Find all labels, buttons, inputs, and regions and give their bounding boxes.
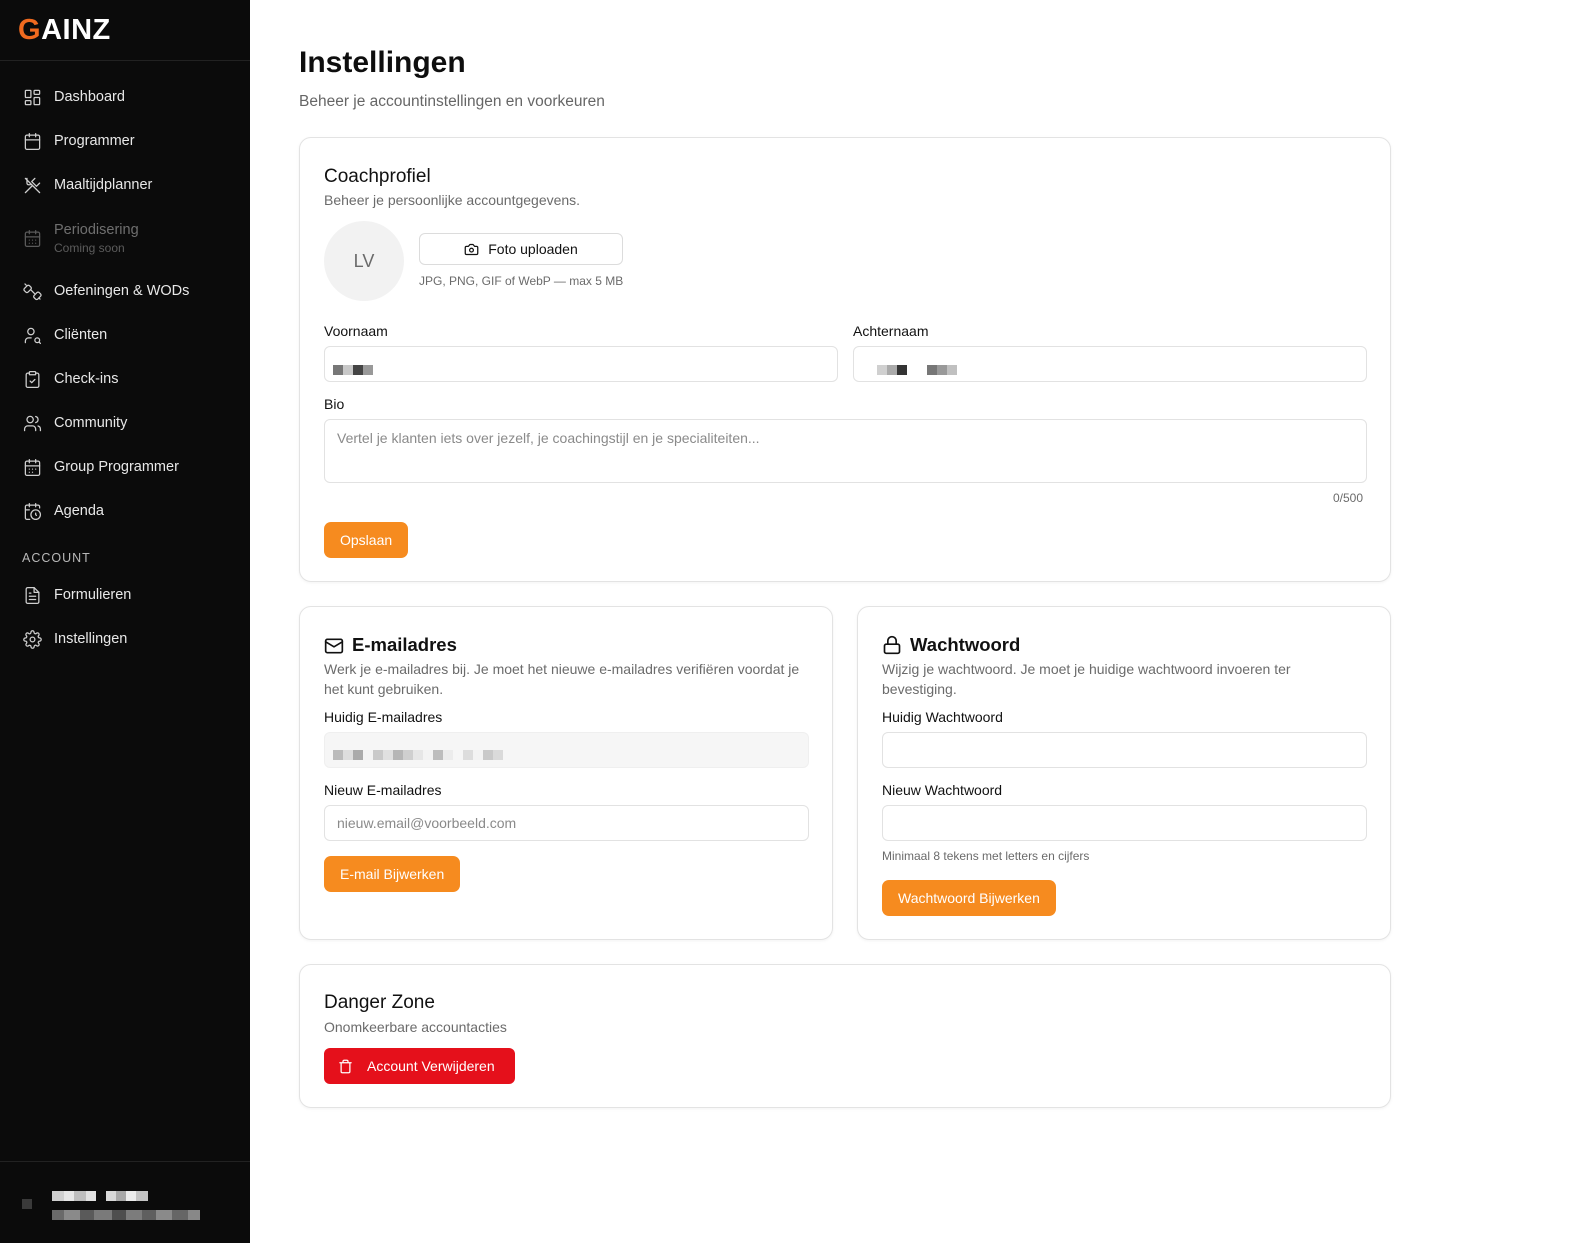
sidebar-item-community[interactable]: Community xyxy=(0,401,250,445)
logo-accent-letter: G xyxy=(18,13,42,46)
sidebar-item-group-programmer[interactable]: Group Programmer xyxy=(0,445,250,489)
first-name-label: Voornaam xyxy=(324,323,388,339)
current-password-label: Huidig Wachtwoord xyxy=(882,709,1003,725)
new-email-label: Nieuw E-mailadres xyxy=(324,782,442,798)
trash-icon xyxy=(339,1059,352,1073)
utensils-icon xyxy=(22,175,42,195)
card-description: Werk je e-mailadres bij. Je moet het nie… xyxy=(324,661,800,697)
card-title: Coachprofiel xyxy=(324,166,431,187)
dashboard-icon xyxy=(22,87,42,107)
sidebar-item-dashboard[interactable]: Dashboard xyxy=(0,75,250,119)
upload-photo-button[interactable]: Foto uploaden xyxy=(419,233,623,265)
new-password-input[interactable] xyxy=(882,805,1367,841)
sidebar-item-label: Community xyxy=(54,415,128,431)
calendar-grid-icon xyxy=(22,228,42,248)
sidebar-item-label: Oefeningen & WODs xyxy=(54,283,190,299)
sidebar-item-formulieren[interactable]: Formulieren xyxy=(0,573,250,617)
save-profile-button[interactable]: Opslaan xyxy=(324,522,409,558)
card-description: Beheer je persoonlijke accountgegevens. xyxy=(324,192,581,208)
sidebar-item-label: Instellingen xyxy=(54,631,128,647)
sidebar-item-label: Periodisering xyxy=(54,221,139,238)
bio-label: Bio xyxy=(324,396,345,412)
sidebar-item-label: Agenda xyxy=(54,503,104,519)
user-email-redacted xyxy=(52,1207,200,1220)
danger-zone-card: Danger Zone Onomkeerbare accountacties A… xyxy=(299,964,1391,1108)
avatar-initials: LV xyxy=(353,250,375,271)
new-password-label: Nieuw Wachtwoord xyxy=(882,782,1003,798)
user-profile-footer[interactable] xyxy=(0,1161,250,1243)
sidebar-item-checkins[interactable]: Check-ins xyxy=(0,357,250,401)
settings-icon xyxy=(22,629,42,649)
page-subtitle: Beheer je accountinstellingen en voorkeu… xyxy=(299,93,605,110)
coming-soon-label: Coming soon xyxy=(54,240,125,255)
bio-textarea[interactable] xyxy=(324,419,1367,483)
user-search-icon xyxy=(22,325,42,345)
main-nav: Dashboard Programmer Maaltijdplanner Per… xyxy=(0,61,250,661)
logo-wordmark: AINZ xyxy=(41,13,111,46)
file-text-icon xyxy=(22,585,42,605)
delete-account-label: Account Verwijderen xyxy=(367,1058,495,1074)
lock-icon xyxy=(882,634,902,661)
logo[interactable]: GAINZ xyxy=(0,0,250,61)
clipboard-check-icon xyxy=(22,369,42,389)
bio-char-counter: 0/500 xyxy=(1333,491,1364,505)
sidebar-item-label: Formulieren xyxy=(54,587,132,603)
first-name-field[interactable] xyxy=(324,346,838,382)
current-password-input[interactable] xyxy=(882,732,1367,768)
new-email-input[interactable] xyxy=(324,805,809,841)
account-section-heading: ACCOUNT xyxy=(22,551,91,565)
sidebar-item-oefeningen[interactable]: Oefeningen & WODs xyxy=(0,269,250,313)
delete-account-button[interactable]: Account Verwijderen xyxy=(324,1048,515,1084)
sidebar-item-label: Programmer xyxy=(54,133,135,149)
card-title: Danger Zone xyxy=(324,992,435,1013)
last-name-value-redacted xyxy=(877,362,957,375)
sidebar-item-label: Check-ins xyxy=(54,371,119,387)
password-hint: Minimaal 8 tekens met letters en cijfers xyxy=(882,849,1090,863)
avatar xyxy=(22,1199,32,1209)
last-name-label: Achternaam xyxy=(853,323,929,339)
coach-profile-card: Coachprofiel Beheer je persoonlijke acco… xyxy=(299,137,1391,582)
mail-icon xyxy=(324,636,344,661)
user-name-redacted xyxy=(52,1188,148,1201)
page-title: Instellingen xyxy=(299,46,466,79)
card-title: Wachtwoord xyxy=(910,634,1021,655)
password-card: Wachtwoord Wijzig je wachtwoord. Je moet… xyxy=(857,606,1391,940)
camera-icon xyxy=(464,243,479,255)
sidebar-item-maaltijdplanner[interactable]: Maaltijdplanner xyxy=(0,163,250,207)
sidebar-item-label: Maaltijdplanner xyxy=(54,177,153,193)
card-title: E-mailadres xyxy=(352,634,457,655)
sidebar-item-label: Dashboard xyxy=(54,89,125,105)
sidebar-item-label: Cliënten xyxy=(54,327,108,343)
logo-text: GAINZ xyxy=(18,14,111,47)
calendar-icon xyxy=(22,131,42,151)
sidebar-item-periodisering: Periodisering Coming soon xyxy=(0,207,250,269)
first-name-value-redacted xyxy=(333,362,373,375)
current-email-value-redacted xyxy=(333,747,503,760)
current-email-label: Huidig E-mailadres xyxy=(324,709,443,725)
calendar-days-icon xyxy=(22,457,42,477)
main-content: Instellingen Beheer je accountinstelling… xyxy=(250,0,1586,1243)
sidebar-item-label: Group Programmer xyxy=(54,459,179,475)
card-description: Wijzig je wachtwoord. Je moet je huidige… xyxy=(882,661,1291,697)
card-description: Onomkeerbare accountacties xyxy=(324,1019,507,1035)
dumbbell-icon xyxy=(22,281,42,301)
email-card: E-mailadres Werk je e-mailadres bij. Je … xyxy=(299,606,833,940)
sidebar-item-instellingen[interactable]: Instellingen xyxy=(0,617,250,661)
update-email-button[interactable]: E-mail Bijwerken xyxy=(324,856,461,892)
sidebar: GAINZ Dashboard Programmer Maaltijdplann… xyxy=(0,0,250,1243)
update-password-button[interactable]: Wachtwoord Bijwerken xyxy=(882,880,1056,916)
upload-hint: JPG, PNG, GIF of WebP — max 5 MB xyxy=(419,274,624,288)
calendar-clock-icon xyxy=(22,501,42,521)
users-icon xyxy=(22,413,42,433)
avatar: LV xyxy=(324,221,404,301)
upload-photo-label: Foto uploaden xyxy=(488,241,578,257)
sidebar-item-agenda[interactable]: Agenda xyxy=(0,489,250,533)
sidebar-item-clienten[interactable]: Cliënten xyxy=(0,313,250,357)
sidebar-item-programmer[interactable]: Programmer xyxy=(0,119,250,163)
